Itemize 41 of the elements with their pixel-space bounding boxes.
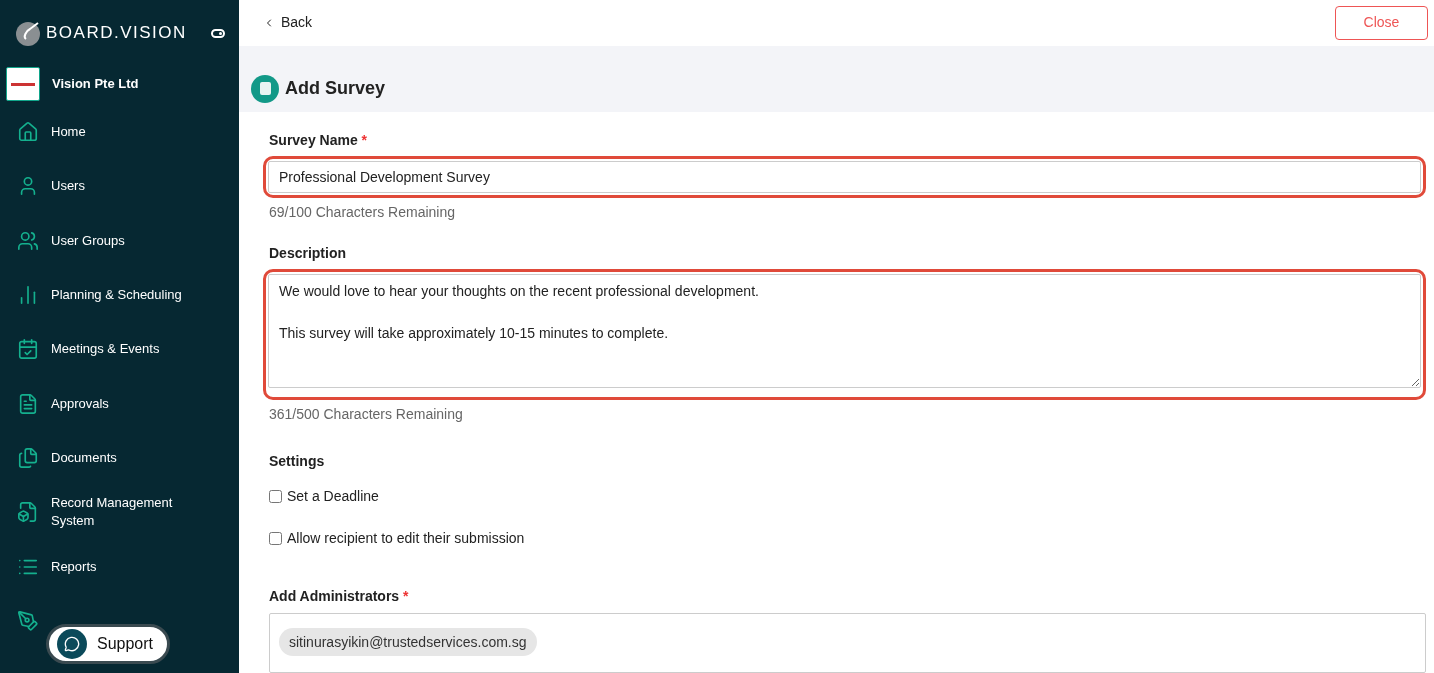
character-counter: 361/500 Characters Remaining (269, 405, 464, 424)
checkbox-option[interactable]: Allow recipient to edit their submission (269, 528, 1426, 549)
sidebar-item[interactable]: Reports (0, 539, 239, 594)
checkbox[interactable] (269, 490, 282, 503)
org-logo (6, 67, 40, 101)
calendar-icon (17, 338, 39, 361)
sidebar-item[interactable]: Approvals (0, 376, 239, 431)
settings-heading: Settings (269, 452, 326, 471)
users-icon (17, 229, 39, 252)
file-icon (17, 501, 39, 524)
field-label: Add Administrators * (269, 587, 410, 606)
character-counter: 69/100 Characters Remaining (269, 203, 456, 222)
checkbox-option[interactable]: Set a Deadline (269, 486, 1426, 507)
brand-name: BOARD.VISION (46, 22, 187, 45)
chat-icon (57, 629, 87, 659)
page-title: Add Survey (285, 77, 386, 101)
field-label: Description (269, 244, 347, 263)
back-link[interactable]: Back (263, 12, 313, 34)
survey-icon (251, 74, 279, 103)
sidebar-item[interactable]: User Groups (0, 213, 239, 268)
checkbox[interactable] (269, 532, 282, 545)
sidebar-item[interactable]: Record Management System (0, 485, 239, 540)
toggle-icon[interactable] (211, 28, 225, 38)
logo-icon (14, 19, 42, 47)
support-button[interactable]: Support (46, 624, 170, 664)
sidebar-item[interactable]: Users (0, 159, 239, 214)
sidebar-item[interactable]: Home (0, 105, 239, 160)
survey-name-field[interactable]: Professional Development Survey (268, 161, 1421, 193)
sidebar-item[interactable]: Documents (0, 430, 239, 486)
house-icon (17, 121, 39, 144)
org-name: Vision Pte Ltd (52, 75, 139, 94)
email-chip: sitinurasyikin@trustedservices.com.sg (279, 628, 537, 656)
administrators-field[interactable]: sitinurasyikin@trustedservices.com.sg (269, 613, 1426, 673)
description-field[interactable]: We would love to hear your thoughts on the recent professional development. This survey will take approximately 10-15 minutes to complete. (268, 274, 1421, 388)
sidebar-item[interactable]: Meetings & Events (0, 322, 239, 377)
close-button[interactable]: Close (1335, 5, 1428, 40)
documents-icon (17, 446, 39, 469)
document-icon (17, 392, 39, 415)
sidebar-item[interactable]: Planning & Scheduling (0, 267, 239, 323)
pen-icon[interactable] (17, 609, 39, 632)
field-label: Survey Name * (269, 131, 369, 150)
